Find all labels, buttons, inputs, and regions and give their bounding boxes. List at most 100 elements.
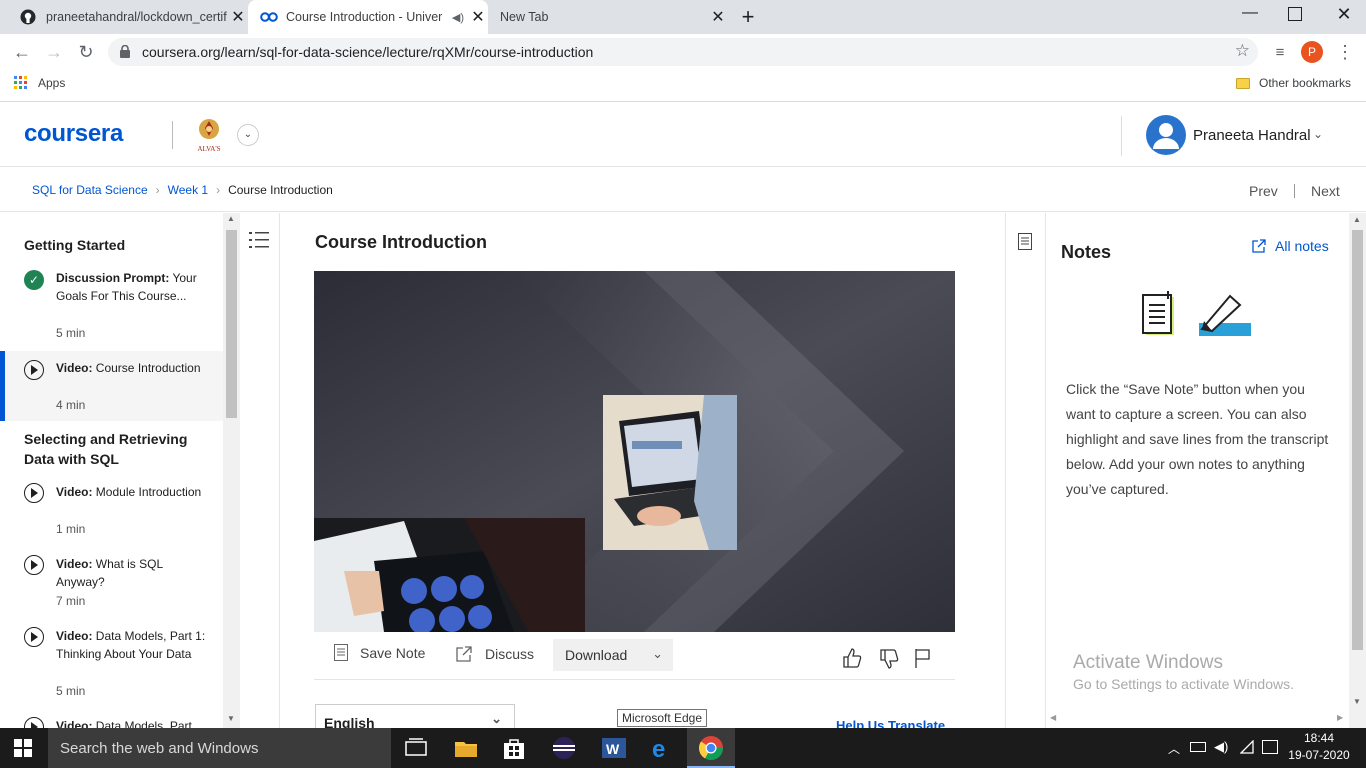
outline-list-icon[interactable]: [249, 231, 269, 249]
scroll-down-arrow-icon[interactable]: ▼: [227, 714, 235, 723]
actions-divider: [314, 679, 955, 680]
windows-start-icon[interactable]: [14, 739, 32, 757]
close-tab-icon[interactable]: ✕: [708, 7, 728, 27]
wifi-icon[interactable]: [1239, 739, 1254, 754]
external-link-icon: [1252, 239, 1266, 253]
breadcrumb-week[interactable]: Week 1: [168, 183, 208, 197]
active-marker: [0, 351, 5, 421]
header-divider-right: [1121, 116, 1122, 156]
list-item[interactable]: ✓ Discussion Prompt: Your Goals For This…: [0, 267, 223, 345]
nav-divider: [1294, 184, 1295, 198]
next-button[interactable]: Next: [1311, 183, 1340, 199]
external-link-icon: [456, 646, 472, 662]
thumbs-down-icon[interactable]: [878, 648, 900, 670]
activate-windows-title: Activate Windows: [1073, 652, 1223, 673]
taskbar-search-input[interactable]: Search the web and Windows: [48, 728, 391, 768]
chevron-down-icon: ⌄: [491, 711, 502, 726]
coursera-logo[interactable]: coursera: [24, 120, 123, 148]
partner-logo[interactable]: ALVA'S: [194, 118, 224, 153]
volume-icon[interactable]: ◀): [1214, 739, 1228, 755]
restore-button[interactable]: [1288, 7, 1302, 21]
sidebar-scrollbar-thumb[interactable]: [226, 230, 237, 418]
action-center-icon[interactable]: [1262, 740, 1278, 754]
breadcrumb-separator-icon: ›: [155, 183, 160, 197]
close-tab-icon[interactable]: ✕: [228, 7, 248, 27]
forward-arrow-icon[interactable]: →: [42, 40, 66, 64]
speaker-icon[interactable]: ◀): [452, 11, 464, 24]
outline-toggle-strip: [240, 213, 280, 728]
task-view-icon[interactable]: [402, 734, 430, 762]
list-item[interactable]: Video: Data Models, Part 1: Thinking Abo…: [0, 625, 223, 707]
reading-list-icon[interactable]: ≡: [1268, 40, 1292, 64]
item-duration: 4 min: [56, 398, 86, 412]
minimize-button[interactable]: —: [1238, 4, 1262, 28]
chevron-down-icon[interactable]: ⌄: [237, 124, 259, 146]
user-name[interactable]: Praneeta Handral: [1193, 127, 1311, 144]
list-item[interactable]: Video: Data Models, Part: [0, 715, 223, 728]
address-bar[interactable]: coursera.org/learn/sql-for-data-science/…: [108, 38, 1258, 66]
notes-title: Notes: [1061, 242, 1112, 262]
apps-grid-icon: [14, 76, 27, 89]
browser-tab-course[interactable]: Course Introduction - Univer ◀) ✕: [248, 0, 488, 34]
svg-text:e: e: [652, 736, 665, 762]
file-explorer-icon[interactable]: [452, 734, 480, 762]
chevron-down-icon: ⌄: [652, 646, 663, 661]
notes-h-scroll-right-icon[interactable]: ▶: [1337, 713, 1343, 722]
download-dropdown[interactable]: Download ⌄: [553, 639, 673, 671]
profile-avatar[interactable]: P: [1301, 41, 1323, 63]
close-tab-icon[interactable]: ✕: [468, 7, 488, 27]
play-icon: [24, 483, 44, 503]
video-player[interactable]: [314, 271, 955, 632]
clock-date[interactable]: 19-07-2020: [1287, 748, 1351, 762]
bookmarks-bar: [0, 70, 1366, 102]
item-text: Discussion Prompt: Your Goals For This C…: [56, 269, 206, 305]
browser-tab-github[interactable]: praneetahandral/lockdown_certif ✕: [8, 0, 248, 34]
tray-chevron-up-icon[interactable]: ︿: [1168, 740, 1180, 757]
battery-icon[interactable]: [1190, 742, 1206, 752]
discuss-button[interactable]: Discuss: [455, 645, 534, 663]
url-text: coursera.org/learn/sql-for-data-science/…: [142, 44, 594, 60]
user-icon: [1153, 123, 1179, 149]
list-item[interactable]: Video: What is SQL Anyway? 7 min: [0, 553, 223, 617]
list-item-active[interactable]: Video: Course Introduction 4 min: [0, 351, 223, 421]
list-item[interactable]: Video: Module Introduction 1 min: [0, 481, 223, 545]
apps-bookmark[interactable]: Apps: [14, 76, 65, 90]
reload-icon[interactable]: ↻: [74, 40, 98, 64]
chrome-icon[interactable]: [697, 734, 725, 762]
scroll-up-arrow-icon[interactable]: ▲: [227, 214, 235, 223]
word-icon[interactable]: W: [600, 734, 628, 762]
save-note-label: Save Note: [360, 644, 426, 661]
folder-icon: [1236, 77, 1250, 89]
page-title: Course Introduction: [315, 232, 487, 252]
thumbs-up-icon[interactable]: [841, 647, 863, 669]
bookmark-star-icon[interactable]: ☆: [1235, 41, 1250, 61]
item-type: Video:: [56, 361, 93, 375]
breadcrumb-course[interactable]: SQL for Data Science: [32, 183, 148, 197]
page-scrollbar-thumb[interactable]: [1352, 230, 1363, 650]
user-avatar[interactable]: [1146, 115, 1186, 155]
eclipse-icon[interactable]: [550, 734, 578, 762]
scroll-up-arrow-icon[interactable]: ▲: [1353, 215, 1361, 224]
browser-tab-newtab[interactable]: New Tab ✕: [488, 0, 728, 34]
prev-button[interactable]: Prev: [1249, 183, 1278, 199]
menu-dots-icon[interactable]: ⋮: [1333, 40, 1357, 64]
clock-time[interactable]: 18:44: [1293, 731, 1345, 745]
item-type: Video:: [56, 485, 93, 499]
edge-icon[interactable]: e: [648, 734, 676, 763]
item-duration: 5 min: [56, 326, 86, 340]
flag-icon[interactable]: [914, 648, 932, 668]
store-icon[interactable]: [500, 734, 528, 762]
play-icon: [24, 360, 44, 380]
back-arrow-icon[interactable]: ←: [10, 40, 34, 64]
notes-page-icon[interactable]: [1018, 233, 1032, 250]
play-icon: [24, 717, 44, 728]
all-notes-link[interactable]: All notes: [1251, 238, 1329, 254]
close-window-button[interactable]: ✕: [1332, 4, 1356, 28]
notes-h-scroll-left-icon[interactable]: ◀: [1050, 713, 1056, 722]
new-tab-button[interactable]: +: [736, 5, 760, 29]
item-type: Video:: [56, 629, 93, 643]
other-bookmarks[interactable]: Other bookmarks: [1236, 76, 1351, 90]
scroll-down-arrow-icon[interactable]: ▼: [1353, 697, 1361, 706]
save-note-button[interactable]: Save Note: [334, 644, 425, 661]
user-chevron-icon[interactable]: ⌄: [1313, 127, 1323, 141]
